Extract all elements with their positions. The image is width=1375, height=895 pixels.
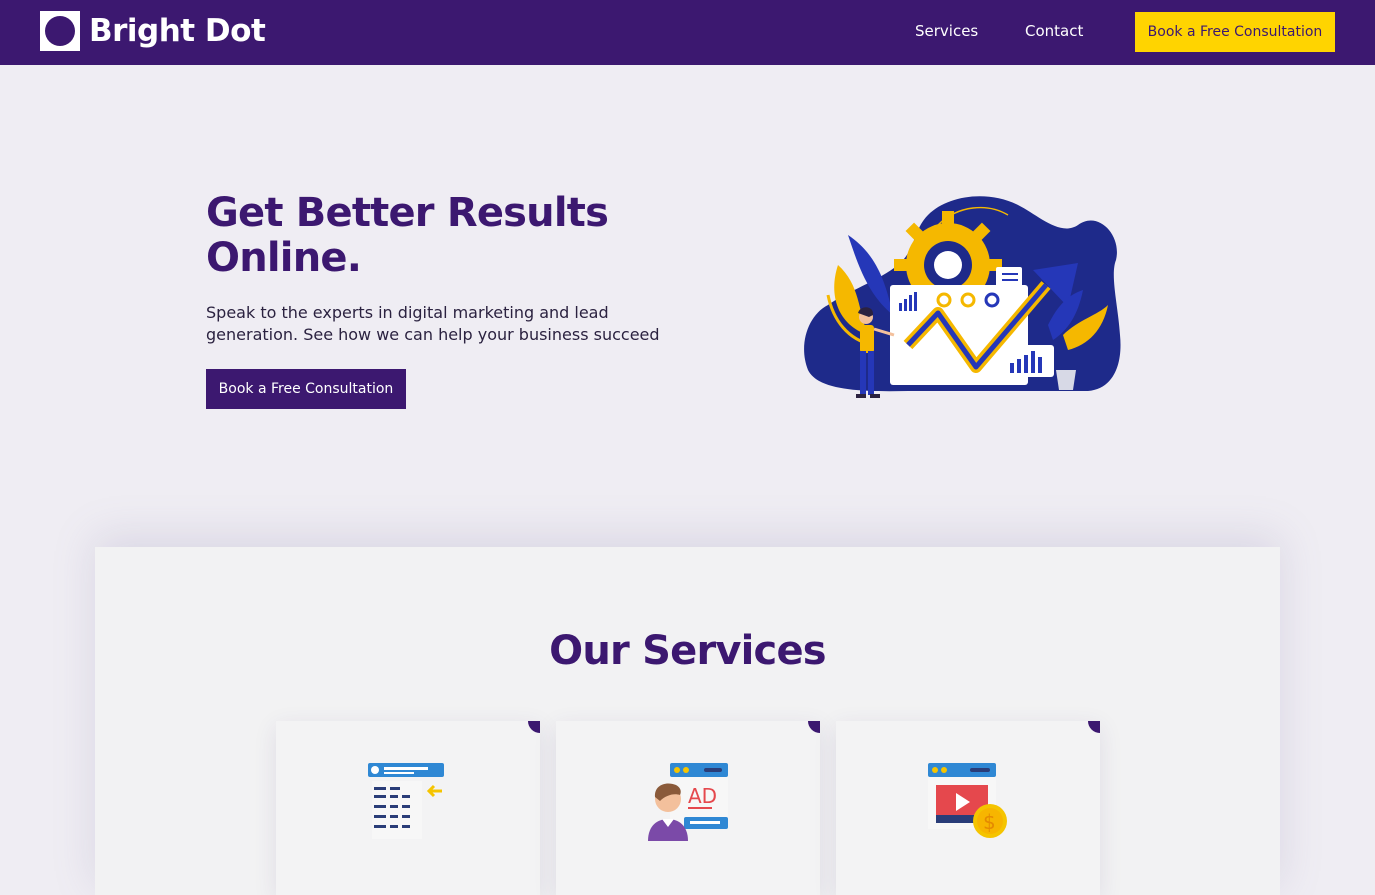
nav-contact-link[interactable]: Contact <box>1025 22 1083 40</box>
card-corner-accent <box>1088 721 1100 733</box>
card-corner-accent <box>528 721 540 733</box>
services-title: Our Services <box>549 628 826 674</box>
video-monetization-icon: $ <box>928 763 1007 838</box>
header-consultation-button[interactable]: Book a Free Consultation <box>1135 12 1335 52</box>
logo-mark-icon <box>40 11 80 51</box>
marketing-growth-illustration <box>804 196 1121 398</box>
svg-text:$: $ <box>983 810 996 834</box>
service-card[interactable]: $ <box>836 721 1100 895</box>
service-card[interactable]: AD <box>556 721 820 895</box>
service-card[interactable] <box>276 721 540 895</box>
site-header: Bright Dot Services Contact Book a Free … <box>0 0 1375 65</box>
nav-services-link[interactable]: Services <box>915 22 978 40</box>
hero-consultation-button[interactable]: Book a Free Consultation <box>206 369 406 409</box>
hero-subtitle: Speak to the experts in digital marketin… <box>206 303 660 344</box>
logo-text: Bright Dot <box>89 13 266 49</box>
advertising-icon: AD <box>648 763 728 841</box>
logo[interactable]: Bright Dot <box>40 11 266 51</box>
seo-search-results-icon <box>368 763 444 839</box>
card-corner-accent <box>808 721 820 733</box>
svg-text:AD: AD <box>688 784 717 808</box>
hero-title: Get Better Results Online. <box>206 190 609 281</box>
